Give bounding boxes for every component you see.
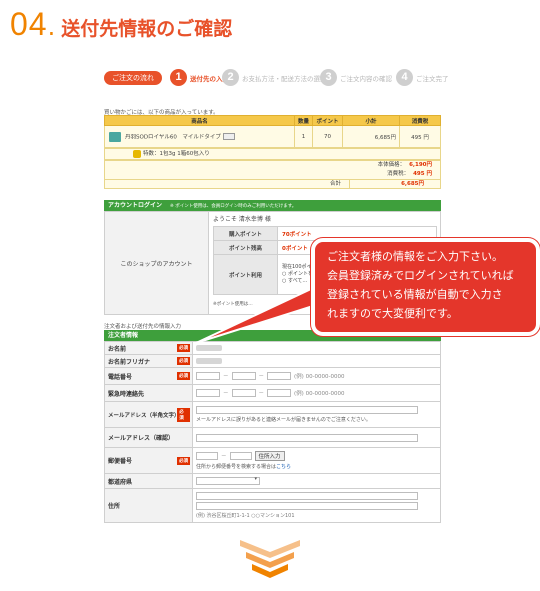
callout-line-4: れますので大変便利です。 [327, 307, 458, 320]
callout-line-3: 登録されている情報が自動で入力さ [327, 288, 503, 301]
explanation-callout: ご注文者様の情報をご入力下さい。 会員登録済みでログインされていれば 登録されて… [311, 238, 540, 336]
next-step-arrow-icon [240, 540, 300, 578]
callout-line-2: 会員登録済みでログインされていれば [327, 269, 514, 282]
callout-line-1: ご注文者様の情報をご入力下さい。 [327, 250, 503, 263]
